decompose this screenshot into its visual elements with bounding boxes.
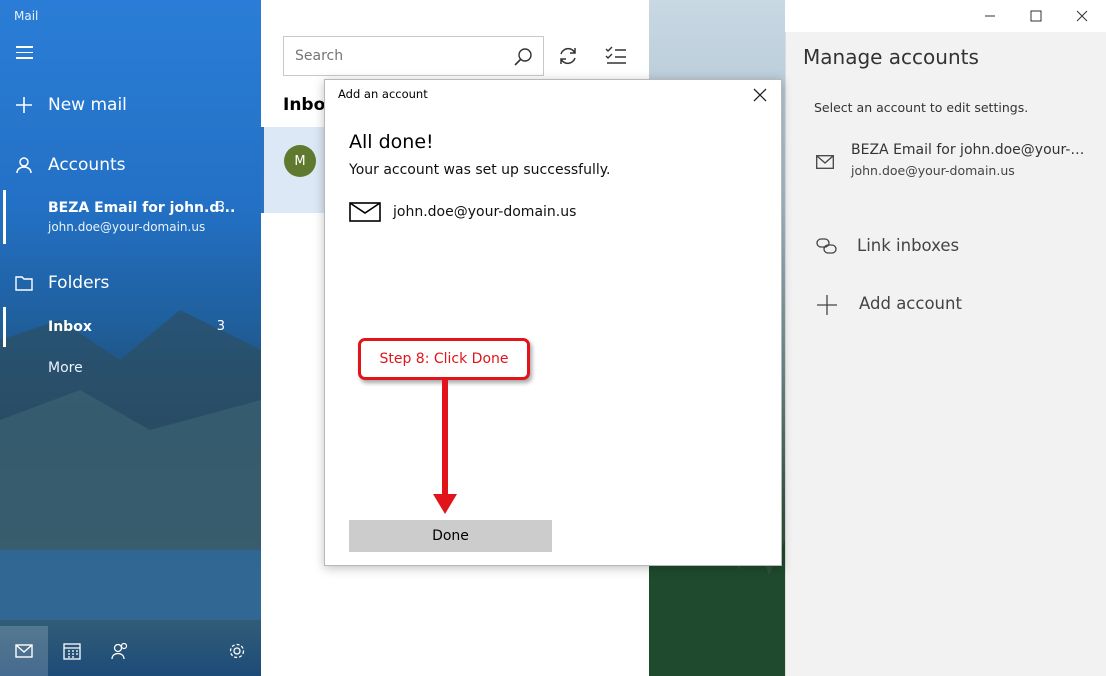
add-account-dialog: Add an account All done! Your account wa… — [324, 79, 782, 566]
manage-accounts-subtitle: Select an account to edit settings. — [814, 100, 1029, 115]
sender-avatar: M — [284, 145, 316, 177]
link-icon — [816, 238, 838, 258]
search-box[interactable] — [283, 36, 544, 76]
link-inboxes-button[interactable]: Link inboxes — [786, 232, 1106, 262]
mail-icon[interactable] — [0, 626, 48, 676]
new-mail-button[interactable]: New mail — [0, 92, 261, 118]
manage-account-name: BEZA Email for john.doe@your-domain.us — [851, 142, 1091, 158]
person-icon — [0, 156, 48, 174]
navigation-pane: Mail New mail Accounts BEZA Email for jo… — [0, 0, 261, 676]
background-mountain-image — [0, 310, 261, 620]
manage-accounts-pane: Manage accounts Select an account to edi… — [785, 32, 1106, 676]
folders-header[interactable]: Folders — [0, 270, 261, 296]
folder-inbox[interactable]: Inbox 3 — [0, 307, 261, 347]
done-button[interactable]: Done — [349, 520, 552, 552]
mail-envelope-icon — [816, 154, 834, 173]
dialog-heading: All done! — [349, 131, 434, 153]
manage-account-item[interactable]: BEZA Email for john.doe@your-domain.us j… — [786, 140, 1106, 184]
search-icon[interactable] — [513, 47, 533, 71]
inbox-unread-count: 3 — [216, 319, 225, 334]
maximize-button[interactable] — [1013, 0, 1059, 32]
add-account-label: Add account — [859, 294, 962, 313]
new-mail-label: New mail — [48, 95, 127, 115]
account-item[interactable]: BEZA Email for john.d... john.doe@your-d… — [0, 190, 261, 244]
calendar-icon[interactable] — [48, 626, 96, 676]
step-annotation-callout: Step 8: Click Done — [358, 338, 530, 380]
folder-icon — [0, 275, 48, 291]
selection-mode-icon[interactable] — [605, 45, 627, 69]
account-name: BEZA Email for john.d... — [48, 200, 236, 216]
app-title: Mail — [14, 9, 39, 23]
hamburger-menu-icon[interactable] — [16, 46, 36, 62]
manage-account-email: john.doe@your-domain.us — [851, 163, 1015, 178]
dialog-message: Your account was set up successfully. — [349, 162, 611, 178]
add-account-button[interactable]: Add account — [786, 290, 1106, 320]
plus-icon — [0, 96, 48, 114]
settings-gear-icon[interactable] — [213, 626, 261, 676]
close-icon[interactable] — [750, 85, 770, 105]
plus-icon — [816, 294, 838, 320]
minimize-button[interactable] — [967, 0, 1013, 32]
folders-label: Folders — [48, 273, 110, 293]
bottom-app-bar — [0, 626, 261, 676]
annotation-arrow-icon — [433, 378, 457, 514]
sync-icon[interactable] — [557, 45, 579, 71]
more-folders-link[interactable]: More — [0, 358, 261, 380]
mail-envelope-icon — [349, 202, 381, 226]
search-input[interactable] — [284, 48, 504, 64]
account-email: john.doe@your-domain.us — [48, 220, 206, 234]
dialog-account-email: john.doe@your-domain.us — [393, 204, 577, 220]
inbox-label: Inbox — [48, 319, 92, 335]
manage-accounts-title: Manage accounts — [803, 45, 979, 69]
accounts-label: Accounts — [48, 155, 126, 175]
account-unread-count: 3 — [216, 200, 225, 215]
accounts-header[interactable]: Accounts — [0, 152, 261, 178]
dialog-title: Add an account — [338, 87, 428, 101]
people-icon[interactable] — [96, 626, 144, 676]
close-window-button[interactable] — [1059, 0, 1105, 32]
link-inboxes-label: Link inboxes — [857, 236, 960, 255]
more-label: More — [48, 360, 83, 376]
